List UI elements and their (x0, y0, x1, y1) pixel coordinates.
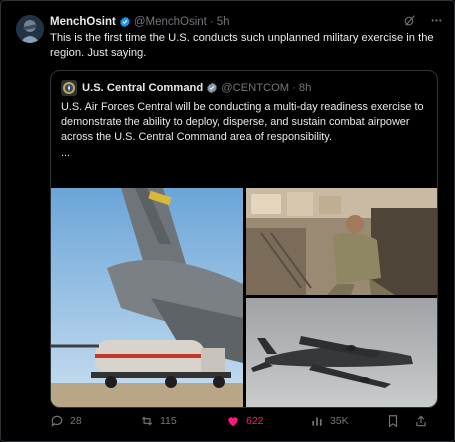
grok-icon[interactable] (403, 14, 416, 30)
quoted-text: U.S. Air Forces Central will be conducti… (61, 100, 427, 161)
post-header: MenchOsint @MenchOsint · 5h (50, 14, 443, 30)
media-grid (51, 188, 437, 407)
quoted-body: U.S. Air Forces Central will be conducti… (61, 101, 424, 144)
more-icon[interactable] (430, 14, 443, 30)
media-image-airman[interactable] (246, 188, 437, 295)
share-button[interactable] (414, 414, 428, 428)
verified-badge-icon (206, 82, 218, 94)
bookmark-icon (388, 415, 398, 428)
verified-badge-icon (119, 16, 131, 28)
repost-button[interactable]: 115 (140, 414, 177, 428)
bookmark-button[interactable] (386, 414, 400, 428)
quoted-header-separator: · (292, 82, 296, 94)
views-button[interactable]: 35K (310, 414, 349, 428)
quoted-author-name[interactable]: U.S. Central Command (82, 82, 203, 94)
like-icon (228, 417, 238, 427)
quoted-author-handle[interactable]: @CENTCOM (221, 82, 289, 94)
quoted-post[interactable]: U.S. Central Command @CENTCOM · 8h U.S. … (50, 70, 438, 408)
reply-count: 28 (70, 415, 82, 427)
author-handle[interactable]: @MenchOsint (134, 16, 207, 28)
quoted-time[interactable]: 8h (299, 82, 311, 94)
author-name[interactable]: MenchOsint (50, 16, 116, 28)
quoted-avatar (61, 80, 77, 96)
views-count: 35K (330, 415, 349, 427)
post-text: This is the first time the U.S. conducts… (50, 32, 434, 59)
share-icon (416, 415, 426, 427)
post-time[interactable]: 5h (217, 16, 230, 28)
quoted-header: U.S. Central Command @CENTCOM · 8h (61, 80, 427, 96)
media-image-plane-in-flight[interactable] (246, 298, 437, 407)
repost-icon (141, 416, 153, 426)
header-separator: · (209, 16, 214, 28)
views-icon (312, 417, 322, 426)
reply-icon (51, 415, 63, 428)
action-bar: 28 115 622 35K (50, 413, 442, 429)
repost-count: 115 (160, 415, 177, 427)
reply-button[interactable]: 28 (50, 414, 82, 428)
quoted-ellipsis: ... (61, 146, 71, 159)
like-count: 622 (246, 415, 264, 427)
media-image-cargo-plane[interactable] (51, 188, 243, 407)
author-avatar[interactable] (16, 15, 44, 43)
like-button[interactable]: 622 (226, 414, 264, 428)
